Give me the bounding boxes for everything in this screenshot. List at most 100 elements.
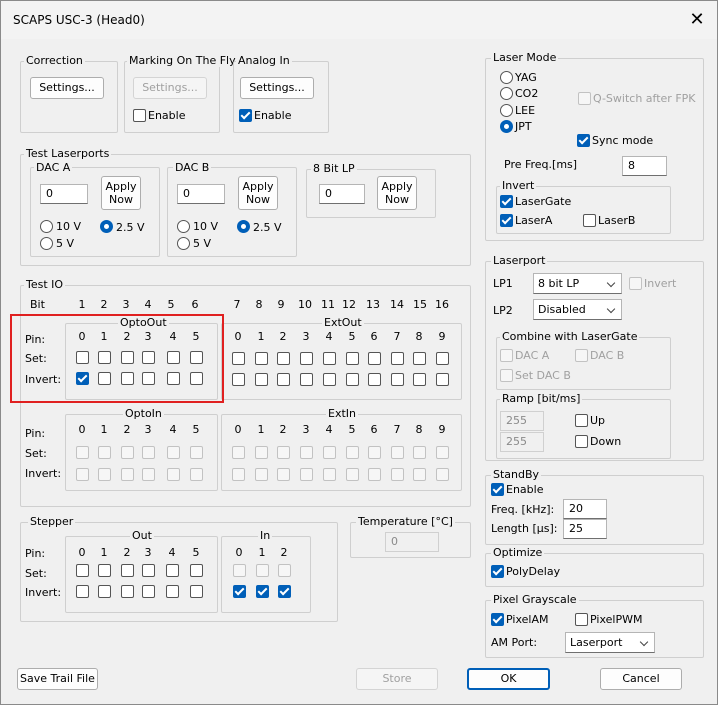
combine-daca-checkbox[interactable] bbox=[500, 349, 513, 362]
extin-set-checkbox[interactable] bbox=[368, 446, 381, 459]
optoout-set-checkbox[interactable] bbox=[76, 351, 89, 364]
extin-invert-checkbox[interactable] bbox=[277, 468, 290, 481]
extin-set-checkbox[interactable] bbox=[323, 446, 336, 459]
extin-set-checkbox[interactable] bbox=[391, 446, 404, 459]
lp1-invert-checkbox[interactable] bbox=[629, 277, 642, 290]
extout-set-checkbox[interactable] bbox=[300, 352, 313, 365]
optoout-set-checkbox[interactable] bbox=[121, 351, 134, 364]
mode-yag-radio[interactable] bbox=[500, 71, 513, 84]
optoout-set-checkbox[interactable] bbox=[142, 351, 155, 364]
extout-invert-checkbox[interactable] bbox=[436, 373, 449, 386]
extin-set-checkbox[interactable] bbox=[255, 446, 268, 459]
laserb-checkbox[interactable] bbox=[583, 214, 596, 227]
optoout-set-checkbox[interactable] bbox=[190, 351, 203, 364]
extout-invert-checkbox[interactable] bbox=[323, 373, 336, 386]
optoout-invert-checkbox[interactable] bbox=[76, 372, 89, 385]
extin-set-checkbox[interactable] bbox=[300, 446, 313, 459]
stepper-out-set-checkbox[interactable] bbox=[121, 564, 134, 577]
optoout-invert-checkbox[interactable] bbox=[98, 372, 111, 385]
optoin-invert-checkbox[interactable] bbox=[142, 468, 155, 481]
dac-b-10v-radio[interactable] bbox=[177, 220, 190, 233]
close-icon[interactable]: ✕ bbox=[685, 9, 709, 33]
standby-enable-checkbox[interactable] bbox=[491, 483, 504, 496]
stepper-out-set-checkbox[interactable] bbox=[190, 564, 203, 577]
ramp-down-checkbox[interactable] bbox=[575, 435, 588, 448]
optoout-invert-checkbox[interactable] bbox=[190, 372, 203, 385]
extout-set-checkbox[interactable] bbox=[346, 352, 359, 365]
dac-a-5v-radio[interactable] bbox=[40, 237, 53, 250]
stepper-out-set-checkbox[interactable] bbox=[142, 564, 155, 577]
optoin-set-checkbox[interactable] bbox=[76, 446, 89, 459]
optoout-invert-checkbox[interactable] bbox=[142, 372, 155, 385]
dac-a-25v-radio[interactable] bbox=[100, 220, 113, 233]
qswitch-checkbox[interactable] bbox=[578, 92, 591, 105]
stepper-in-invert-checkbox[interactable] bbox=[256, 585, 269, 598]
dac-b-input[interactable]: 0 bbox=[177, 184, 225, 204]
mode-jpt-radio[interactable] bbox=[500, 120, 513, 133]
extin-invert-checkbox[interactable] bbox=[323, 468, 336, 481]
extout-set-checkbox[interactable] bbox=[323, 352, 336, 365]
extin-set-checkbox[interactable] bbox=[436, 446, 449, 459]
standby-length-input[interactable]: 25 bbox=[563, 519, 607, 539]
extout-set-checkbox[interactable] bbox=[413, 352, 426, 365]
dac-a-apply-button[interactable]: Apply Now bbox=[101, 176, 141, 210]
amport-dropdown[interactable]: Laserport bbox=[565, 632, 655, 653]
ramp-value-2[interactable]: 255 bbox=[500, 432, 544, 452]
stepper-in-set-checkbox[interactable] bbox=[278, 564, 291, 577]
stepper-in-invert-checkbox[interactable] bbox=[278, 585, 291, 598]
stepper-out-invert-checkbox[interactable] bbox=[76, 585, 89, 598]
analog-settings-button[interactable]: Settings... bbox=[240, 77, 314, 99]
polydelay-checkbox[interactable] bbox=[491, 565, 504, 578]
extin-set-checkbox[interactable] bbox=[232, 446, 245, 459]
stepper-out-invert-checkbox[interactable] bbox=[142, 585, 155, 598]
dac-a-10v-radio[interactable] bbox=[40, 220, 53, 233]
optoout-set-checkbox[interactable] bbox=[98, 351, 111, 364]
extout-set-checkbox[interactable] bbox=[391, 352, 404, 365]
stepper-in-invert-checkbox[interactable] bbox=[233, 585, 246, 598]
ramp-up-checkbox[interactable] bbox=[575, 414, 588, 427]
marking-settings-button[interactable]: Settings... bbox=[133, 77, 207, 99]
combine-setdacb-checkbox[interactable] bbox=[500, 369, 513, 382]
lp8-input[interactable]: 0 bbox=[319, 184, 365, 204]
optoout-set-checkbox[interactable] bbox=[167, 351, 180, 364]
analog-enable-checkbox[interactable] bbox=[239, 109, 252, 122]
pixelam-checkbox[interactable] bbox=[491, 613, 504, 626]
optoin-invert-checkbox[interactable] bbox=[121, 468, 134, 481]
optoin-set-checkbox[interactable] bbox=[98, 446, 111, 459]
extout-invert-checkbox[interactable] bbox=[255, 373, 268, 386]
optoin-set-checkbox[interactable] bbox=[167, 446, 180, 459]
extin-set-checkbox[interactable] bbox=[277, 446, 290, 459]
extout-invert-checkbox[interactable] bbox=[232, 373, 245, 386]
stepper-out-set-checkbox[interactable] bbox=[166, 564, 179, 577]
stepper-out-invert-checkbox[interactable] bbox=[98, 585, 111, 598]
extout-invert-checkbox[interactable] bbox=[277, 373, 290, 386]
lasera-checkbox[interactable] bbox=[500, 214, 513, 227]
stepper-in-set-checkbox[interactable] bbox=[233, 564, 246, 577]
mode-lee-radio[interactable] bbox=[500, 104, 513, 117]
stepper-out-invert-checkbox[interactable] bbox=[166, 585, 179, 598]
marking-enable-checkbox[interactable] bbox=[133, 109, 146, 122]
ramp-value-1[interactable]: 255 bbox=[500, 411, 544, 431]
lp2-dropdown[interactable]: Disabled bbox=[533, 299, 622, 320]
dac-b-5v-radio[interactable] bbox=[177, 237, 190, 250]
extout-invert-checkbox[interactable] bbox=[391, 373, 404, 386]
optoin-invert-checkbox[interactable] bbox=[76, 468, 89, 481]
optoin-invert-checkbox[interactable] bbox=[98, 468, 111, 481]
extout-set-checkbox[interactable] bbox=[232, 352, 245, 365]
mode-co2-radio[interactable] bbox=[500, 87, 513, 100]
extout-invert-checkbox[interactable] bbox=[413, 373, 426, 386]
optoin-invert-checkbox[interactable] bbox=[190, 468, 203, 481]
extin-set-checkbox[interactable] bbox=[413, 446, 426, 459]
extout-set-checkbox[interactable] bbox=[255, 352, 268, 365]
ok-button[interactable]: OK bbox=[467, 668, 550, 690]
sync-mode-checkbox[interactable] bbox=[577, 134, 590, 147]
standby-freq-input[interactable]: 20 bbox=[563, 499, 607, 519]
extin-invert-checkbox[interactable] bbox=[232, 468, 245, 481]
optoin-set-checkbox[interactable] bbox=[190, 446, 203, 459]
pixelpwm-checkbox[interactable] bbox=[575, 613, 588, 626]
lp8-apply-button[interactable]: Apply Now bbox=[377, 176, 417, 210]
extin-invert-checkbox[interactable] bbox=[300, 468, 313, 481]
extin-set-checkbox[interactable] bbox=[346, 446, 359, 459]
dac-a-input[interactable]: 0 bbox=[40, 184, 88, 204]
store-button[interactable]: Store bbox=[356, 668, 438, 690]
